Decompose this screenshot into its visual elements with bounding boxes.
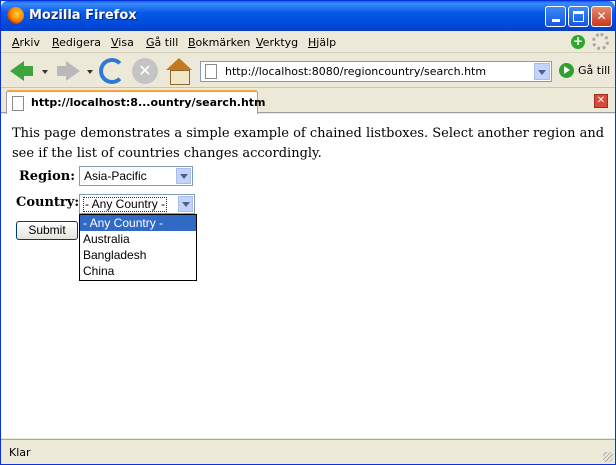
country-option[interactable]: Australia — [80, 231, 196, 247]
forward-history-chevron-down-icon[interactable] — [87, 70, 93, 74]
page-icon — [205, 64, 217, 79]
add-on-plus-icon[interactable]: + — [571, 35, 585, 49]
address-bar[interactable]: http://localhost:8080/regioncountry/sear… — [200, 61, 552, 82]
url-history-chevron-down-icon[interactable] — [534, 63, 550, 80]
country-option[interactable]: China — [80, 263, 196, 279]
forward-arrow-icon[interactable] — [55, 58, 81, 84]
close-tab-icon[interactable]: ✕ — [594, 94, 608, 108]
url-text[interactable]: http://localhost:8080/regioncountry/sear… — [225, 65, 486, 78]
country-selected-value: - Any Country - — [83, 197, 168, 212]
back-history-chevron-down-icon[interactable] — [42, 70, 48, 74]
tab-label: http://localhost:8...ountry/search.htm — [31, 96, 266, 109]
country-chevron-down-icon[interactable] — [178, 196, 193, 212]
go-arrow-icon[interactable] — [559, 63, 574, 78]
minimize-button[interactable] — [545, 6, 566, 27]
minimize-icon — [551, 19, 560, 22]
region-select[interactable]: Asia-Pacific — [79, 166, 193, 186]
maximize-button[interactable] — [568, 6, 589, 27]
region-selected-value: Asia-Pacific — [84, 169, 147, 183]
go-button-label[interactable]: Gå till — [578, 64, 610, 77]
country-label: Country: — [16, 195, 80, 210]
title-bar[interactable]: Mozilla Firefox ✕ — [1, 1, 615, 31]
status-text: Klar — [9, 446, 31, 459]
menu-bar: Arkiv Redigera Visa Gå till Bokmärken Ve… — [1, 31, 615, 53]
menu-verktyg[interactable]: Verktyg — [256, 36, 298, 49]
home-icon[interactable] — [166, 58, 192, 85]
menu-arkiv[interactable]: Arkiv — [12, 36, 40, 49]
menu-redigera[interactable]: Redigera — [52, 36, 101, 49]
resize-grip-icon[interactable] — [603, 452, 613, 462]
country-dropdown-list: - Any Country - Australia Bangladesh Chi… — [79, 214, 197, 281]
firefox-icon — [7, 7, 24, 24]
stop-icon[interactable]: ✕ — [132, 58, 158, 84]
region-chevron-down-icon[interactable] — [176, 168, 191, 184]
navigation-toolbar: ✕ http://localhost:8080/regioncountry/se… — [1, 54, 615, 88]
close-window-button[interactable]: ✕ — [591, 6, 612, 27]
reload-icon[interactable] — [99, 58, 125, 84]
country-option[interactable]: Bangladesh — [80, 247, 196, 263]
country-option[interactable]: - Any Country - — [80, 215, 196, 231]
intro-text: This page demonstrates a simple example … — [12, 126, 605, 161]
menu-ga-till[interactable]: Gå till — [146, 36, 178, 49]
maximize-icon — [573, 11, 584, 22]
menu-hjalp[interactable]: Hjälp — [308, 36, 336, 49]
country-select[interactable]: - Any Country - — [79, 194, 195, 214]
close-icon: ✕ — [596, 9, 607, 23]
page-content: This page demonstrates a simple example … — [1, 114, 615, 438]
status-bar: Klar — [1, 439, 615, 464]
tab-bar: http://localhost:8...ountry/search.htm ✕ — [1, 89, 615, 114]
browser-window: Mozilla Firefox ✕ Arkiv Redigera Visa Gå… — [0, 0, 616, 465]
window-title: Mozilla Firefox — [29, 8, 137, 23]
menu-bokmarken[interactable]: Bokmärken — [188, 36, 250, 49]
submit-button[interactable]: Submit — [16, 221, 78, 240]
tab-search[interactable]: http://localhost:8...ountry/search.htm — [6, 90, 266, 114]
throbber-icon — [592, 33, 609, 50]
region-label: Region: — [19, 169, 76, 184]
back-arrow-icon[interactable] — [9, 58, 35, 84]
menu-visa[interactable]: Visa — [111, 36, 134, 49]
tab-page-icon — [12, 96, 24, 111]
